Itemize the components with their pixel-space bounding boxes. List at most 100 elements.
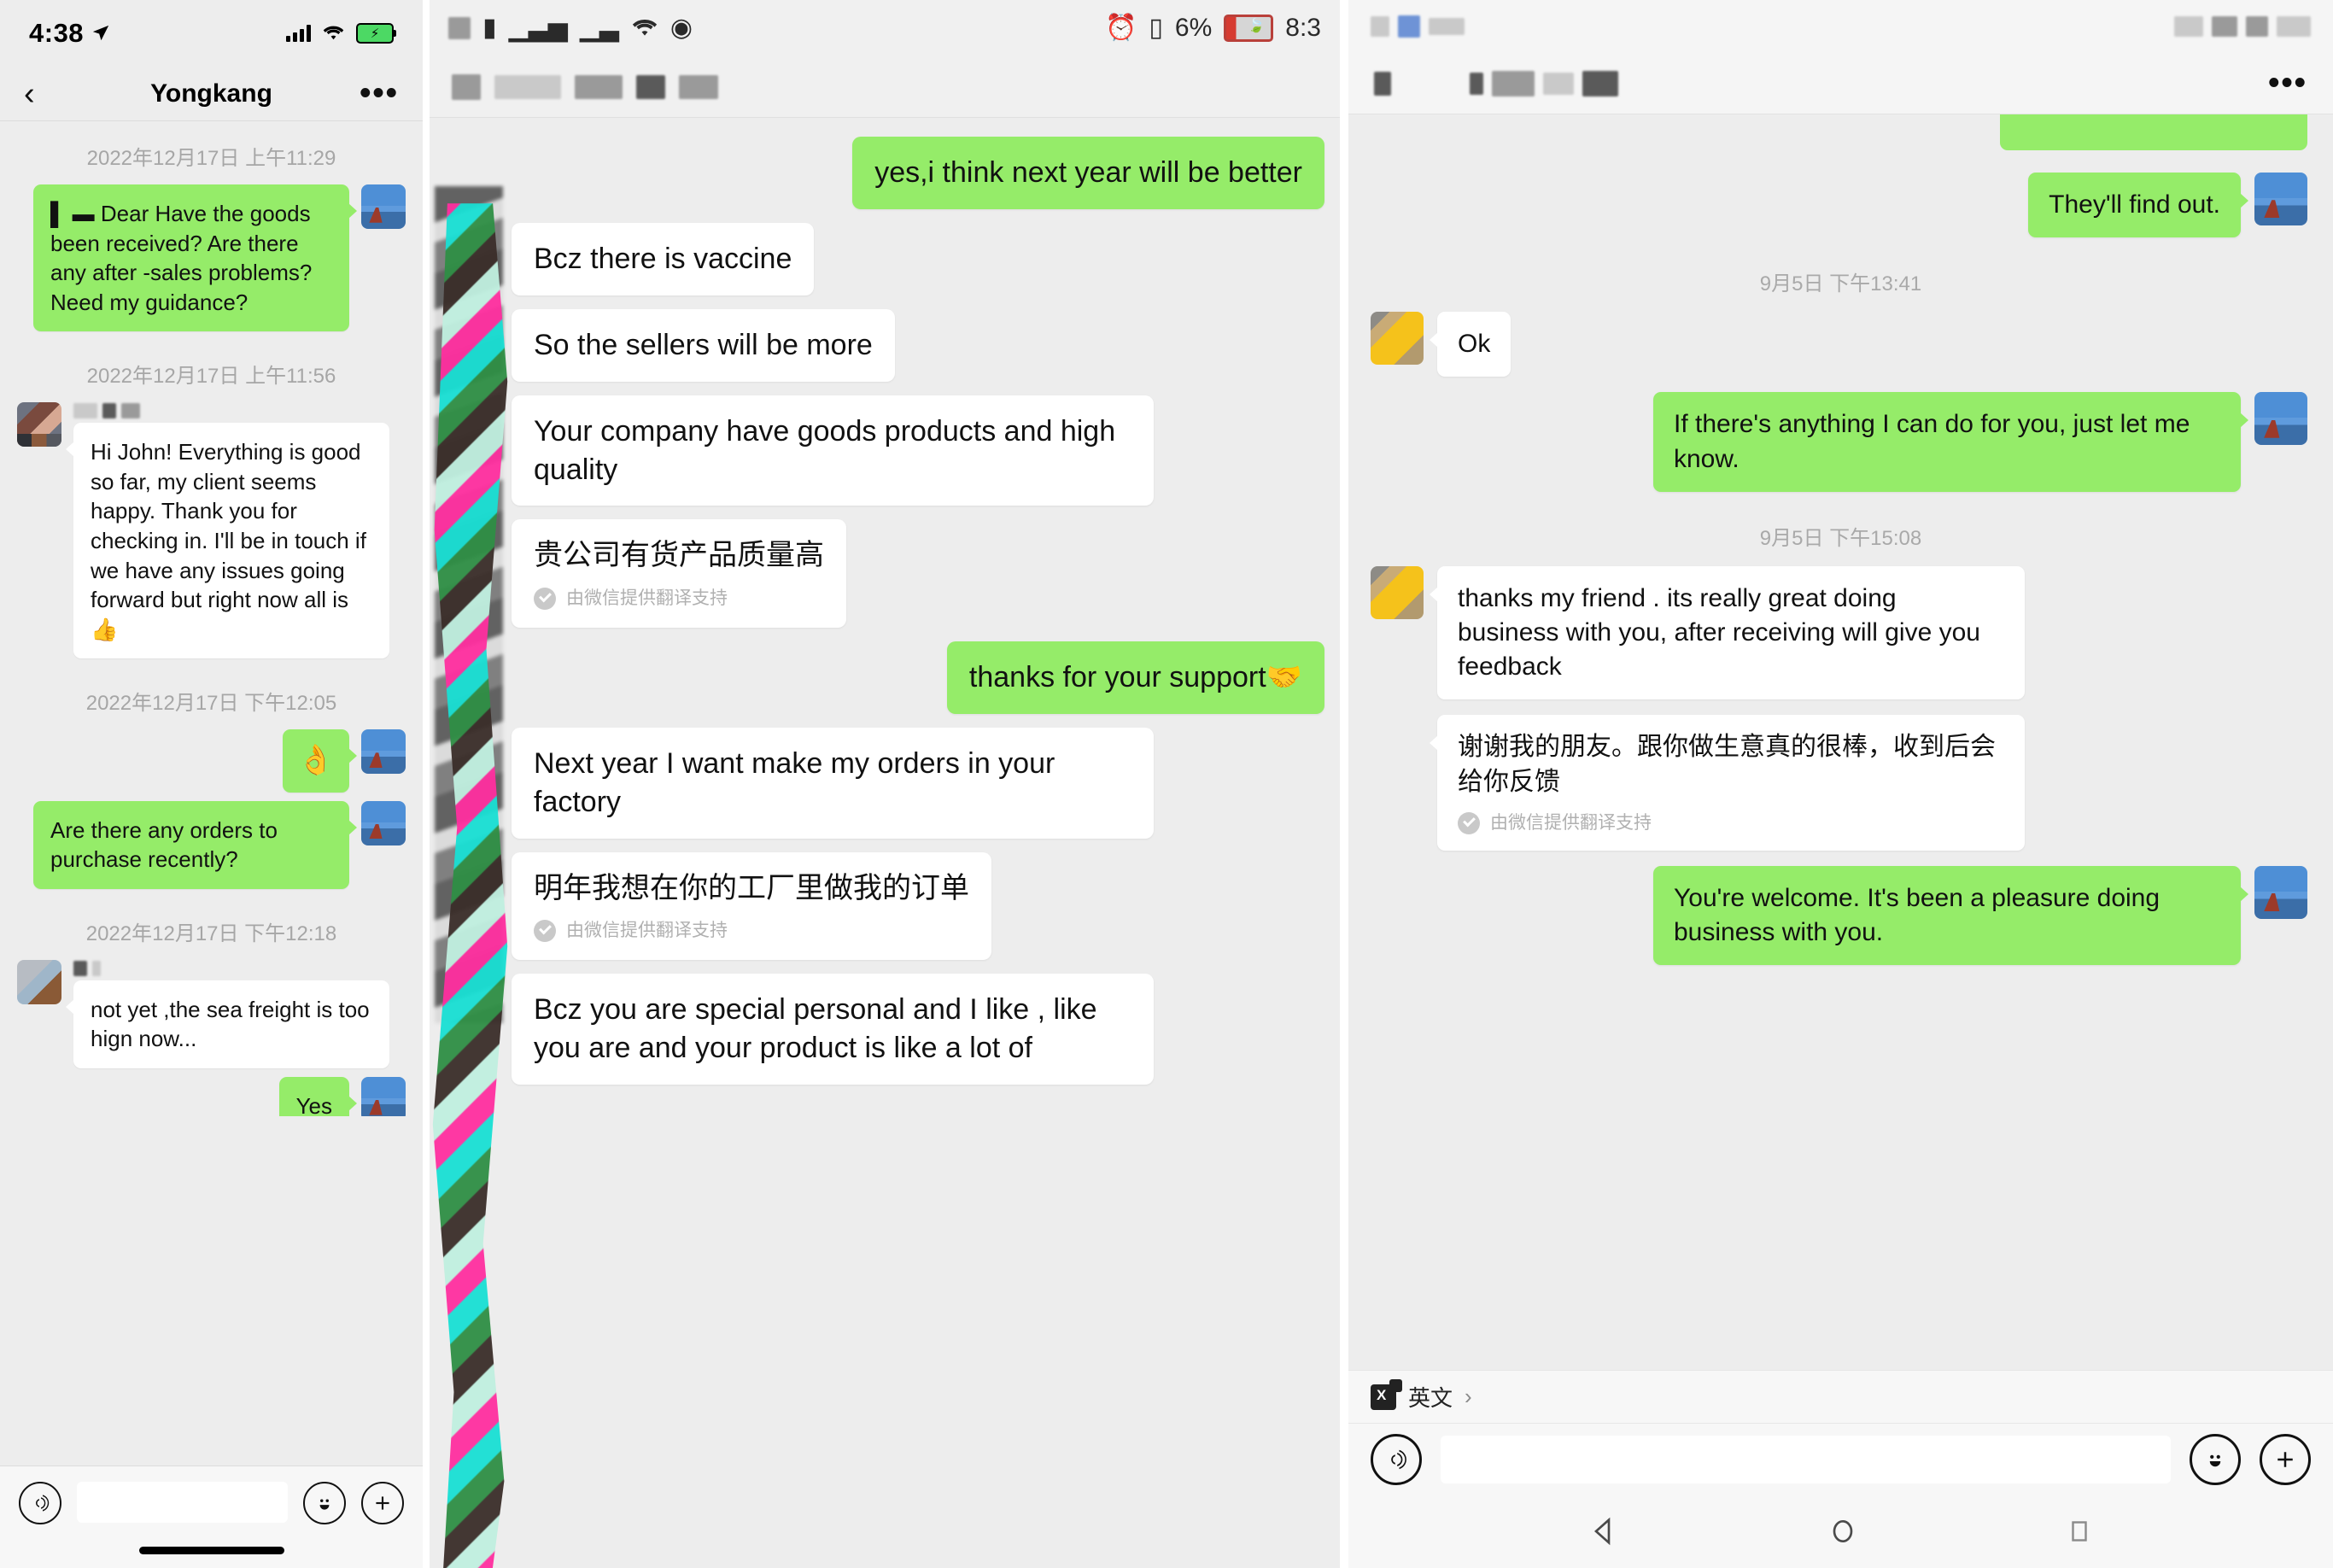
partial-message-bubble[interactable] — [2000, 114, 2307, 150]
message-bubble-incoming[interactable]: thanks my friend . its really great doin… — [1430, 565, 2025, 700]
message-bubble-outgoing[interactable]: They'll find out. — [2028, 173, 2248, 238]
home-indicator — [138, 1547, 284, 1554]
message-bubble-incoming[interactable]: Bcz there is vaccine — [512, 222, 815, 295]
message-row: You're welcome. It's been a pleasure doi… — [1348, 865, 2333, 980]
message-bubble-translation[interactable]: 谢谢我的朋友。跟你做生意真的很棒，收到后会给你反馈 由微信提供翻译支持 — [1430, 715, 2025, 851]
middle-chat-panel: ▮ ▁▃▅ ▁▃ ◉ ⏰ ▯ 6% 🍃 8:3 yes,i think next… — [430, 0, 1340, 1568]
emoji-icon[interactable] — [2190, 1433, 2241, 1485]
message-row: Your company have goods products and hig… — [430, 395, 1340, 520]
plus-icon[interactable] — [2260, 1433, 2311, 1485]
message-bubble-incoming[interactable]: Ok — [1429, 312, 1511, 377]
message-bubble-outgoing-emoji[interactable]: 👌 — [282, 729, 358, 793]
timestamp: 2022年12月17日 下午12:05 — [85, 692, 337, 716]
avatar[interactable] — [361, 800, 406, 845]
translation-credit: 由微信提供翻译支持 — [534, 919, 969, 943]
message-row: not yet ,the sea freight is too hign now… — [0, 959, 423, 1077]
right-title-bar: ••• — [1348, 53, 2333, 114]
translation-credit: 由微信提供翻译支持 — [1458, 811, 2004, 835]
translate-language-bar[interactable]: 英文 › — [1348, 1370, 2333, 1423]
message-input-field[interactable] — [77, 1482, 288, 1523]
message-bubble-incoming[interactable]: Bcz you are special personal and I like … — [512, 974, 1154, 1085]
status-time: 4:38 — [29, 18, 85, 48]
blurred-name-part-2 — [636, 74, 665, 99]
wifi-icon — [323, 26, 344, 40]
message-input-field[interactable] — [1441, 1435, 2171, 1483]
avatar[interactable] — [17, 402, 61, 448]
ios-status-bar: 4:38 ⚡ — [0, 0, 423, 67]
message-bubble-outgoing[interactable]: ▌ ▬ Dear Have the goods been received? A… — [33, 184, 357, 332]
blurred-back-icon[interactable] — [452, 73, 481, 100]
ios-nav-bar: ‹ Yongkang ••• — [0, 67, 423, 121]
android-home-icon[interactable] — [1826, 1514, 1860, 1548]
voice-input-icon[interactable] — [19, 1482, 61, 1524]
message-bubble-translation[interactable]: 明年我想在你的工厂里做我的订单 由微信提供翻译支持 — [512, 851, 991, 961]
message-row: They'll find out. — [1348, 150, 2333, 253]
middle-message-list[interactable]: yes,i think next year will be better Bcz… — [430, 118, 1340, 1568]
signal-bars-icon: ▁▃▅ — [508, 14, 568, 42]
three-panel-screenshot: 4:38 ⚡ ‹ Yongkang ••• 2022年12月17日 上午11:2… — [0, 0, 2333, 1568]
message-bubble-outgoing[interactable]: Are there any orders to purchase recentl… — [33, 800, 357, 889]
message-bubble-outgoing[interactable]: You're welcome. It's been a pleasure doi… — [1653, 865, 2248, 966]
android-back-icon[interactable] — [1587, 1514, 1622, 1548]
location-arrow-icon — [92, 25, 109, 41]
avatar[interactable] — [1371, 312, 1424, 366]
message-row: Bcz you are special personal and I like … — [430, 974, 1340, 1098]
message-bubble-outgoing[interactable]: If there's anything I can do for you, ju… — [1653, 392, 2248, 492]
plus-icon[interactable] — [361, 1482, 404, 1524]
avatar[interactable] — [2254, 865, 2307, 919]
message-bubble-incoming[interactable]: not yet ,the sea freight is too hign now… — [66, 980, 389, 1068]
status-time: 8:3 — [1285, 14, 1321, 42]
message-bubble-incoming[interactable]: Hi John! Everything is good so far, my c… — [66, 423, 389, 659]
avatar[interactable] — [2254, 173, 2307, 225]
android-status-bar — [1348, 0, 2333, 53]
emoji-icon[interactable] — [303, 1482, 346, 1524]
more-dots-icon[interactable]: ••• — [2268, 67, 2307, 99]
back-chevron-icon[interactable]: ‹ — [24, 78, 35, 110]
check-badge-icon — [534, 588, 556, 611]
wifi-icon — [632, 19, 658, 36]
chevron-right-icon[interactable]: › — [1465, 1384, 1472, 1410]
avatar[interactable] — [361, 1076, 406, 1116]
avatar[interactable] — [2254, 392, 2307, 446]
status-right-icons — [2174, 16, 2311, 37]
timestamp: 9月5日 下午15:08 — [1759, 526, 1922, 550]
avatar[interactable] — [1371, 565, 1424, 619]
left-message-list[interactable]: 2022年12月17日 上午11:29 ▌ ▬ Dear Have the go… — [0, 122, 423, 1466]
avatar[interactable] — [17, 959, 61, 1004]
message-row: 明年我想在你的工厂里做我的订单 由微信提供翻译支持 — [430, 851, 1340, 974]
message-bubble-outgoing[interactable]: yes,i think next year will be better — [852, 137, 1324, 209]
eye-icon: ◉ — [669, 14, 693, 42]
message-row: So the sellers will be more — [430, 308, 1340, 395]
message-row: Yes — [0, 1076, 423, 1116]
avatar[interactable] — [361, 729, 406, 775]
voice-input-icon[interactable] — [1371, 1433, 1422, 1485]
right-input-bar — [1348, 1423, 2333, 1495]
sender-name-blurred — [73, 960, 389, 977]
battery-charging-icon: ⚡ — [356, 23, 396, 44]
android-recents-icon[interactable] — [2064, 1516, 2095, 1547]
message-bubble-incoming[interactable]: So the sellers will be more — [512, 308, 895, 382]
right-message-list[interactable]: They'll find out. 9月5日 下午13:41 Ok If the… — [1348, 114, 2333, 1370]
avatar[interactable] — [361, 184, 406, 229]
translation-text: 明年我想在你的工厂里做我的订单 — [534, 871, 969, 904]
message-bubble-outgoing[interactable]: thanks for your support🤝 — [946, 641, 1324, 714]
message-bubble-incoming[interactable]: Next year I want make my orders in your … — [512, 727, 1154, 839]
message-bubble-incoming[interactable]: Your company have goods products and hig… — [512, 395, 1154, 506]
status-right-icons: ⏰ ▯ 6% 🍃 8:3 — [1105, 15, 1321, 42]
status-left-icons: ▮ ▁▃▅ ▁▃ ◉ — [448, 15, 693, 41]
message-bubble-translation[interactable]: 贵公司有货产品质量高 由微信提供翻译支持 — [512, 519, 846, 628]
sender-name-blurred — [73, 402, 389, 419]
message-row: Hi John! Everything is good so far, my c… — [0, 402, 423, 667]
translation-text: 贵公司有货产品质量高 — [534, 539, 824, 572]
message-bubble-outgoing[interactable]: Yes — [278, 1076, 358, 1116]
timestamp: 2022年12月17日 下午12:18 — [85, 921, 337, 945]
check-badge-icon — [1458, 811, 1480, 834]
message-row: 贵公司有货产品质量高 由微信提供翻译支持 — [430, 519, 1340, 641]
blurred-icon — [448, 17, 471, 39]
more-dots-icon[interactable]: ••• — [360, 77, 399, 109]
translate-language-label: 英文 — [1408, 1385, 1453, 1411]
left-chat-panel: 4:38 ⚡ ‹ Yongkang ••• 2022年12月17日 上午11:2… — [0, 0, 423, 1568]
message-row: Are there any orders to purchase recentl… — [0, 800, 423, 898]
cellular-signal-icon — [286, 25, 311, 42]
status-time-group: 4:38 — [29, 18, 110, 49]
